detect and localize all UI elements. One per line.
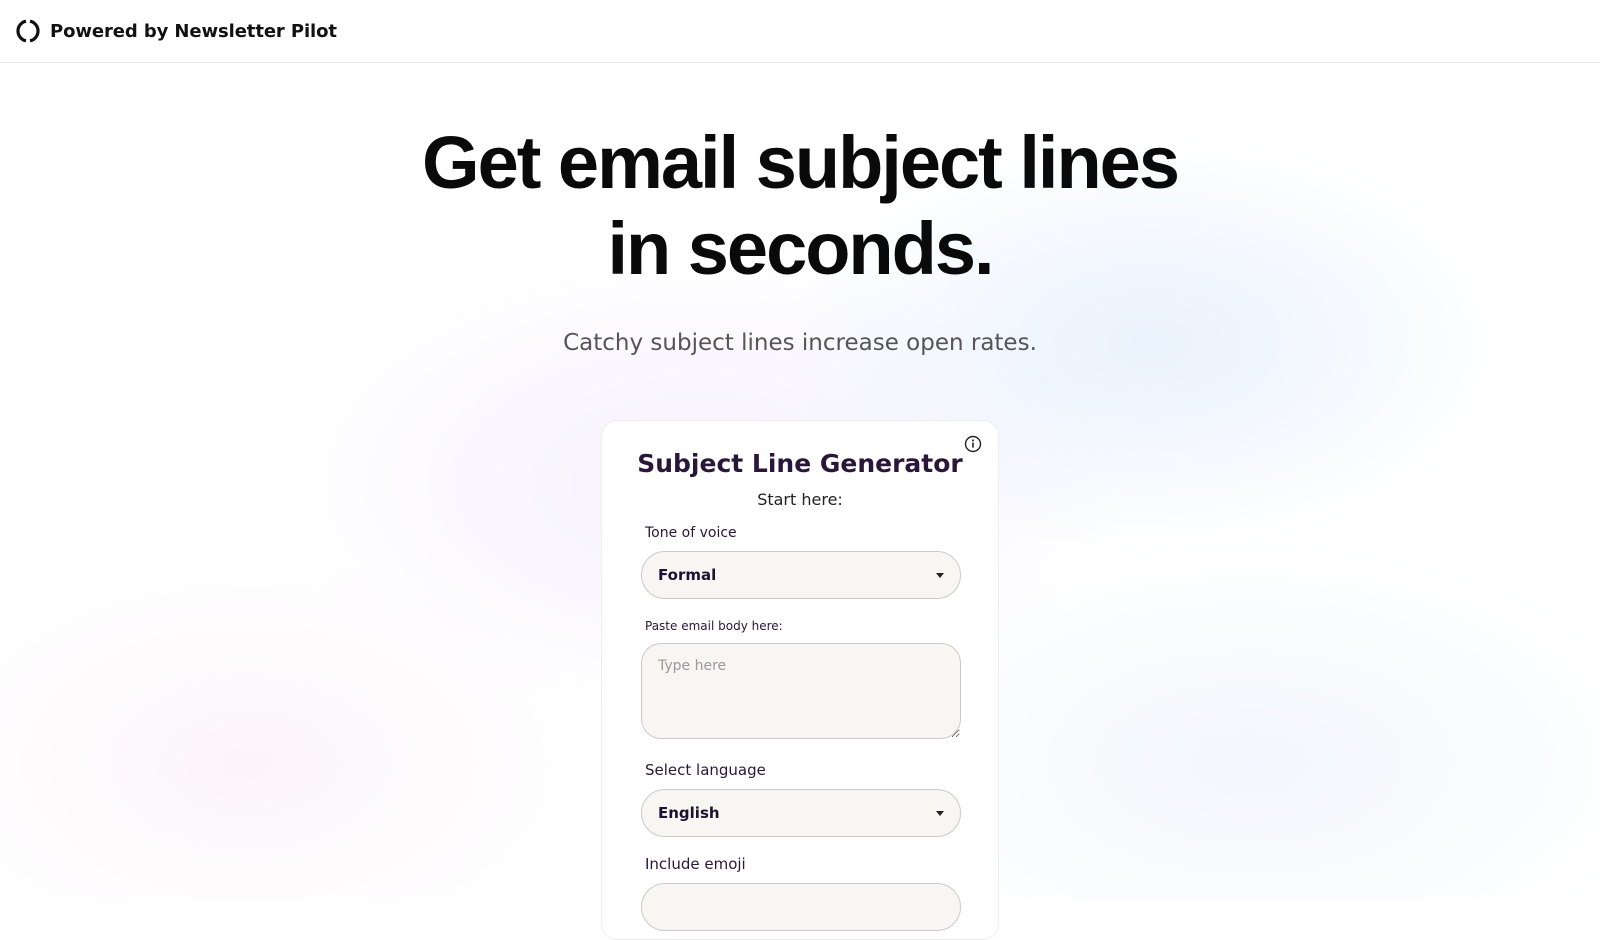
card-title: Subject Line Generator bbox=[637, 449, 963, 478]
hero-subtitle: Catchy subject lines increase open rates… bbox=[563, 330, 1037, 356]
info-icon[interactable] bbox=[964, 435, 982, 453]
tone-label: Tone of voice bbox=[645, 525, 737, 541]
email-body-label: Paste email body here: bbox=[645, 619, 783, 633]
brand-text: Powered by Newsletter Pilot bbox=[50, 20, 337, 42]
language-label: Select language bbox=[645, 761, 766, 779]
generator-card: Subject Line Generator Start here: Tone … bbox=[601, 420, 999, 940]
language-select[interactable]: English bbox=[641, 789, 961, 837]
emoji-label: Include emoji bbox=[645, 855, 746, 873]
hero-section: Get email subject lines in seconds. Catc… bbox=[0, 120, 1600, 356]
brand-link[interactable]: Powered by Newsletter Pilot bbox=[16, 19, 337, 43]
tone-select-value: Formal bbox=[658, 566, 717, 584]
hero-title: Get email subject lines in seconds. bbox=[422, 121, 1180, 290]
chevron-down-icon bbox=[936, 810, 944, 816]
ring-logo-icon bbox=[16, 19, 40, 43]
emoji-select[interactable] bbox=[641, 883, 961, 931]
card-subtitle: Start here: bbox=[757, 490, 843, 509]
email-body-textarea[interactable] bbox=[641, 643, 961, 739]
tone-select[interactable]: Formal bbox=[641, 551, 961, 599]
language-select-value: English bbox=[658, 804, 720, 822]
chevron-down-icon bbox=[936, 572, 944, 578]
top-bar: Powered by Newsletter Pilot bbox=[0, 0, 1600, 63]
